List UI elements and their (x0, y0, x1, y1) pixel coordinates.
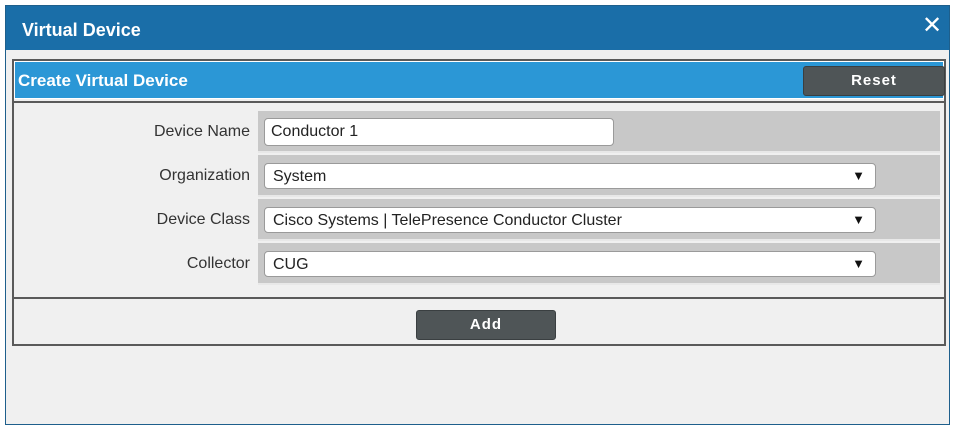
device-name-label: Device Name (153, 123, 250, 140)
chevron-down-icon: ▼ (852, 256, 865, 271)
collector-value: CUG (273, 256, 309, 273)
device-class-select[interactable]: Cisco Systems | TelePresence Conductor C… (264, 207, 876, 233)
panel-header: Create Virtual Device Reset (14, 61, 945, 99)
dialog-title: Virtual Device (22, 20, 141, 40)
device-class-label: Device Class (156, 211, 250, 228)
organization-label: Organization (159, 167, 250, 184)
collector-label: Collector (186, 255, 250, 272)
create-virtual-device-panel: Create Virtual Device Reset Device Name … (12, 59, 946, 346)
close-icon[interactable]: ✕ (919, 12, 945, 40)
device-class-row: Device Class Cisco Systems | TelePresenc… (14, 199, 944, 241)
organization-select[interactable]: System ▼ (264, 163, 876, 189)
divider (14, 101, 944, 103)
device-class-value: Cisco Systems | TelePresence Conductor C… (273, 212, 622, 229)
chevron-down-icon: ▼ (852, 168, 865, 183)
chevron-down-icon: ▼ (852, 212, 865, 227)
field-background: CUG ▼ (258, 243, 940, 285)
collector-row: Collector CUG ▼ (14, 243, 944, 285)
field-background: Cisco Systems | TelePresence Conductor C… (258, 199, 940, 241)
collector-select[interactable]: CUG ▼ (264, 251, 876, 277)
panel-title: Create Virtual Device (18, 71, 188, 90)
device-name-row: Device Name Conductor 1 (14, 111, 944, 153)
organization-value: System (273, 168, 327, 185)
reset-button[interactable]: Reset (803, 66, 945, 96)
organization-row: Organization System ▼ (14, 155, 944, 197)
virtual-device-form: Device Name Conductor 1 Organization Sys… (14, 111, 944, 291)
dialog-titlebar: Virtual Device ✕ (6, 6, 949, 50)
field-background: Conductor 1 (258, 111, 940, 153)
divider (14, 297, 944, 299)
field-background: System ▼ (258, 155, 940, 197)
add-button[interactable]: Add (416, 310, 556, 340)
device-name-input[interactable]: Conductor 1 (264, 118, 614, 146)
virtual-device-dialog: Virtual Device ✕ Create Virtual Device R… (5, 5, 950, 425)
